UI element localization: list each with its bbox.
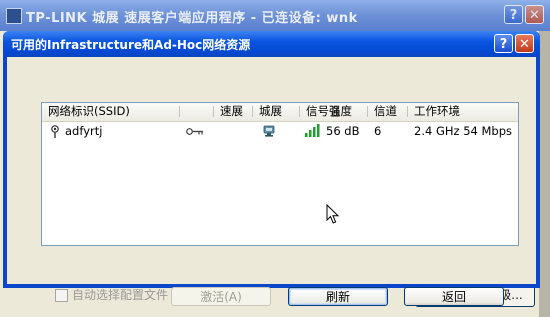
auto-select-label: 自动选择配置文件 bbox=[72, 288, 169, 302]
parent-window-edge bbox=[539, 31, 550, 317]
signal-strength-icon bbox=[305, 124, 320, 137]
column-speed[interactable]: 速展 bbox=[214, 103, 253, 120]
refresh-button[interactable]: 刷新 bbox=[288, 287, 388, 306]
column-domain[interactable]: 城展 bbox=[253, 103, 300, 120]
network-ssid: adfyrtj bbox=[65, 124, 103, 138]
infrastructure-network-icon bbox=[263, 125, 275, 137]
column-security[interactable] bbox=[180, 103, 340, 120]
network-environment: 2.4 GHz 54 Mbps bbox=[414, 124, 512, 138]
parent-title-bar[interactable]: TP-LINK 城展 速展客户端应用程序 - 已连设备: wnk ? ✕ bbox=[0, 0, 550, 31]
parent-window-title: TP-LINK 城展 速展客户端应用程序 - 已连设备: wnk bbox=[26, 11, 358, 26]
column-signal[interactable]: 信号强度 bbox=[300, 103, 368, 120]
auto-select-profile-option[interactable]: 自动选择配置文件 bbox=[55, 286, 168, 303]
network-signal: 56 dB bbox=[326, 124, 360, 138]
mouse-cursor-icon bbox=[326, 204, 340, 224]
auto-select-checkbox[interactable] bbox=[55, 289, 68, 302]
dialog-title: 可用的Infrastructure和Ad-Hoc网络资源 bbox=[11, 38, 251, 52]
network-channel: 6 bbox=[374, 124, 382, 138]
available-networks-dialog: 可用的Infrastructure和Ad-Hoc网络资源 ? ✕ 网络标识(SS… bbox=[3, 31, 540, 306]
column-environment[interactable]: 工作环境 bbox=[408, 103, 518, 120]
app-icon bbox=[6, 8, 22, 24]
column-channel[interactable]: 信道 bbox=[368, 103, 408, 120]
dialog-title-bar[interactable]: 可用的Infrastructure和Ad-Hoc网络资源 ? ✕ bbox=[3, 31, 540, 57]
activate-button[interactable]: 激活(A) bbox=[171, 287, 271, 306]
column-ssid[interactable]: 网络标识(SSID) bbox=[42, 103, 180, 120]
dialog-help-button[interactable]: ? bbox=[494, 34, 513, 53]
parent-help-button[interactable]: ? bbox=[504, 5, 523, 24]
dialog-close-button[interactable]: ✕ bbox=[515, 34, 534, 53]
access-point-icon bbox=[51, 125, 59, 138]
parent-close-button[interactable]: ✕ bbox=[525, 5, 544, 24]
network-row[interactable]: adfyrtj 56 dB 6 2.4 GHz 54 Mbps bbox=[42, 122, 518, 140]
dialog-body: 网络标识(SSID) 速展 城展 信号强度 信道 工作环境 adfyrtj 56… bbox=[7, 57, 536, 306]
network-list[interactable]: 网络标识(SSID) 速展 城展 信号强度 信道 工作环境 adfyrtj 56… bbox=[41, 102, 519, 246]
key-icon bbox=[186, 128, 203, 135]
back-button[interactable]: 返回 bbox=[404, 287, 504, 306]
network-list-header: 网络标识(SSID) 速展 城展 信号强度 信道 工作环境 bbox=[42, 103, 518, 122]
